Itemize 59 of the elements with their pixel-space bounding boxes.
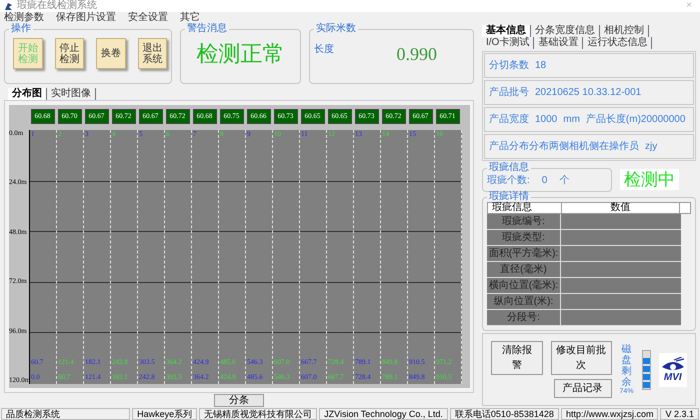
- tab[interactable]: 基本信息: [482, 25, 531, 37]
- menu-item[interactable]: 检测参数: [4, 13, 44, 23]
- info-value: 1000: [535, 113, 558, 127]
- tab[interactable]: 基础设置: [534, 37, 584, 49]
- clear-alarm-button[interactable]: 清除报警: [491, 341, 543, 375]
- status-item: Hawkeye系列: [132, 408, 198, 420]
- group-title: 实际米数: [315, 24, 357, 34]
- status-item: http://www.wxjzsj.com: [560, 408, 658, 420]
- info-value: 18: [535, 59, 546, 73]
- defect-unit: 个: [559, 174, 570, 188]
- length-label: 长度: [314, 42, 334, 57]
- tab[interactable]: I/O卡测试: [482, 37, 534, 49]
- table-cell: 面积(平方毫米):: [487, 246, 561, 261]
- action-button[interactable]: 换卷: [96, 38, 126, 69]
- status-item: 品质检测系统: [1, 408, 130, 420]
- info-value: 20210625 10.33.12-001: [535, 86, 642, 100]
- status-item: 无锡精质视觉科技有限公司: [199, 408, 318, 420]
- info-label: 产品宽度: [489, 112, 529, 127]
- tab[interactable]: 相机控制: [600, 25, 649, 37]
- table-cell: 瑕疵编号:: [487, 214, 561, 229]
- table-cell: 纵向位置(米):: [487, 294, 561, 309]
- group-title: 瑕疵信息: [488, 163, 530, 173]
- action-button[interactable]: 退出 系统: [138, 38, 167, 69]
- detecting-status: 检测中: [620, 169, 679, 190]
- defect-count-label: 瑕疵个数:: [487, 174, 530, 188]
- menu-item[interactable]: 其它: [180, 13, 200, 23]
- column-header: 瑕疵信息: [488, 203, 562, 213]
- status-item: JZVision Technology Co., Ltd.: [319, 408, 448, 420]
- action-button[interactable]: 停止 检测: [54, 38, 84, 69]
- logo-text: MVI: [664, 372, 682, 382]
- product-record-button[interactable]: 产品记录: [554, 379, 612, 398]
- menu-item[interactable]: 保存图片设置: [56, 13, 116, 23]
- table-cell: 直径(毫米): [487, 262, 561, 277]
- info-value: zjy: [645, 140, 658, 154]
- info-value: 产品长度(m)20000000: [586, 112, 686, 127]
- group-title: 操作: [10, 24, 32, 34]
- table-cell: 瑕疵类型:: [487, 230, 561, 245]
- status-item: 联系电话0510-85381428: [450, 408, 559, 420]
- split-button[interactable]: 分条: [214, 394, 264, 407]
- info-value: mm: [563, 113, 580, 127]
- tab[interactable]: 分条宽度信息: [531, 25, 600, 37]
- edit-batch-button[interactable]: 修改目前批次: [550, 341, 612, 375]
- status-message: 检测正常: [196, 43, 284, 65]
- group-title: 警告消息: [186, 24, 228, 34]
- tab[interactable]: 分布图: [8, 88, 47, 100]
- info-label: 产品分布分布两侧相机侧在操作员: [489, 140, 639, 154]
- app-icon: [4, 2, 13, 10]
- table-cell: 分段号:: [487, 310, 561, 325]
- table-cell: 横向位置(毫米):: [487, 278, 561, 293]
- disk-label: 磁盘剩余: [622, 344, 632, 388]
- status-item: V 2.3.1: [660, 408, 699, 420]
- column-header: 数值: [562, 203, 680, 213]
- group-title: 瑕疵详情: [488, 192, 529, 202]
- length-value: 0.990: [396, 42, 437, 66]
- defect-count: 0: [542, 174, 548, 188]
- menu-item[interactable]: 安全设置: [128, 13, 168, 23]
- tab[interactable]: 运行状态信息: [583, 37, 652, 49]
- info-label: 产品批号: [489, 86, 529, 100]
- info-label: 分切条数: [489, 58, 529, 73]
